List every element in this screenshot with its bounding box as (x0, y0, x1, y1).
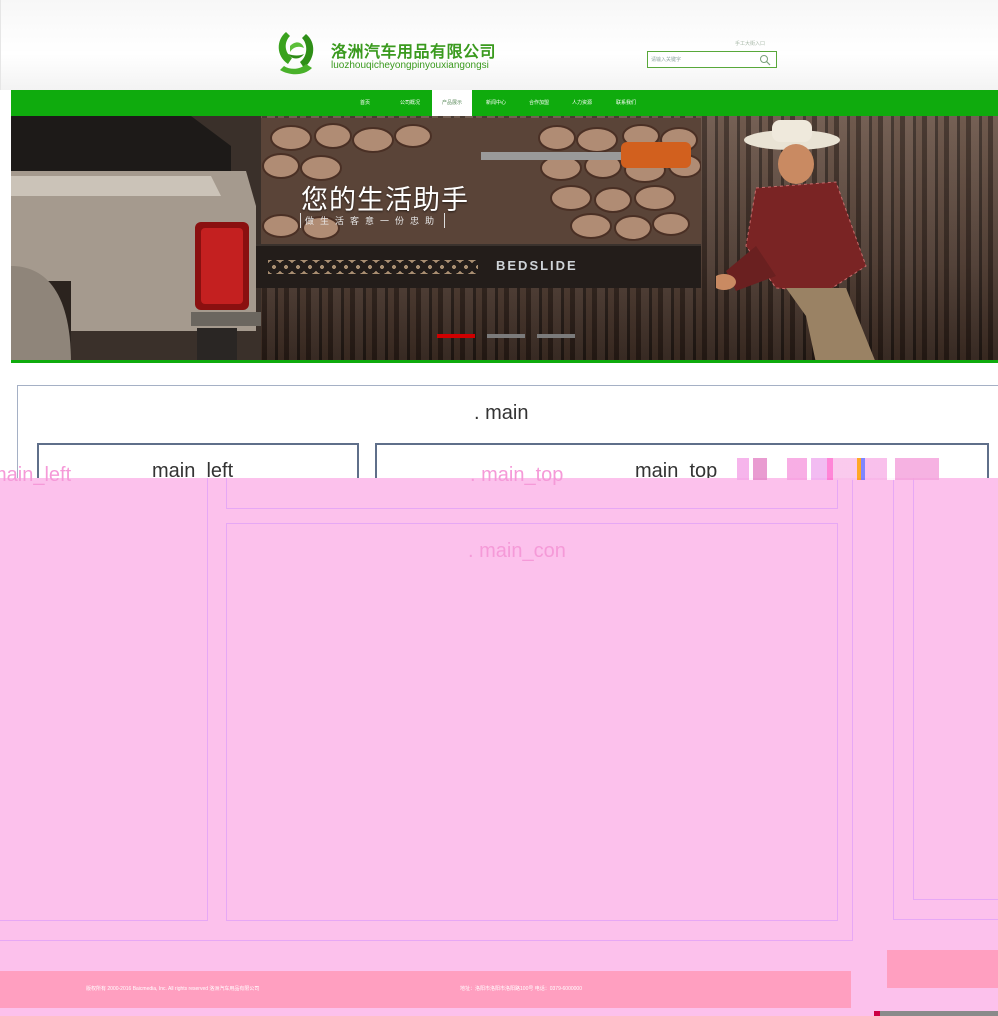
site-header (0, 0, 998, 90)
hero-banner[interactable]: BEDSLIDE 您的生活助手 做生活客意一份忠助 (11, 116, 998, 363)
logo-icon[interactable] (272, 26, 320, 78)
company-name: 洛洲汽车用品有限公司 (331, 44, 497, 61)
search-icon[interactable] (759, 54, 771, 66)
slider-dot-1[interactable] (437, 334, 475, 338)
search-input[interactable] (651, 54, 755, 65)
overlay-right-inner-outline (913, 478, 998, 900)
overlay-content-outline (226, 523, 838, 921)
nav-item-news[interactable]: 新闻中心 (477, 90, 515, 116)
nav-item-contact[interactable]: 联系我们 (606, 90, 646, 116)
footer-address: 地址：洛阳市洛阳市洛阳路100号 电话：0379-6000000 (460, 986, 582, 992)
banner-divider (11, 360, 998, 363)
header-top-link[interactable]: 手工大街入口 (735, 40, 765, 47)
nav-item-home[interactable]: 首页 (350, 90, 380, 116)
company-name-pinyin: luozhouqicheyongpinyouxiangongsi (331, 60, 489, 71)
overlay-top-label: . main_top (470, 464, 564, 486)
overlay-left-label: main_left (0, 464, 72, 486)
corner-artifact (874, 1011, 998, 1016)
nav-item-about[interactable]: 公司概况 (388, 90, 432, 116)
bedslide-pattern (268, 260, 478, 274)
search-box (647, 51, 777, 68)
overlay-left-outline (0, 478, 208, 921)
nav-item-hr[interactable]: 人力资源 (563, 90, 601, 116)
banner-title: 您的生活助手 (301, 185, 469, 215)
pickup-truck-image (11, 116, 261, 363)
slider-dot-3[interactable] (537, 334, 575, 338)
footer-copyright: 版权所有 2000-2016 Baicmedia, Inc. All right… (86, 986, 260, 992)
footer-side-block (887, 950, 998, 988)
main-label: . main (474, 402, 529, 424)
nav-item-cooperation[interactable]: 合作加盟 (520, 90, 558, 116)
slider-dot-2[interactable] (487, 334, 525, 338)
bedslide-product: BEDSLIDE (256, 244, 701, 288)
overlay-content-label: . main_con (468, 540, 566, 562)
nav-item-products[interactable]: 产品展示 (432, 90, 472, 116)
render-artifact (727, 458, 939, 480)
man-with-chainsaw-image (716, 120, 876, 363)
main-nav: 首页 公司概况 产品展示 新闻中心 合作加盟 人力资源 联系我们 (11, 90, 998, 116)
banner-subtitle: 做生活客意一份忠助 (300, 213, 446, 228)
bedslide-label: BEDSLIDE (496, 258, 578, 273)
